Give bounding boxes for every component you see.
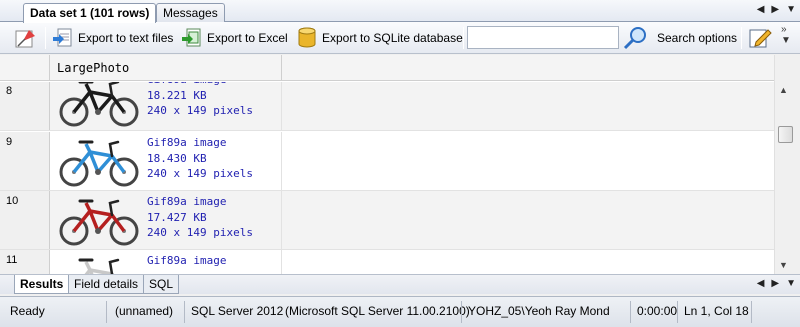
top-tab-bar: Data set 1 (101 rows) Messages ◀ ▶ ▼ — [0, 0, 800, 23]
status-bar: Ready (unnamed) SQL Server 2012 (Microso… — [0, 296, 800, 327]
bicycle-icon — [59, 82, 139, 127]
bicycle-icon — [59, 199, 139, 246]
image-type: Gif89a image — [147, 195, 227, 208]
status-elapsed-time: 0:00:00 — [637, 304, 678, 318]
row-number: 9 — [0, 132, 50, 190]
search-options-button[interactable]: Search options — [622, 26, 737, 50]
image-type: Gif89a image — [147, 254, 227, 267]
bicycle-image — [59, 140, 139, 187]
row-number: 11 — [0, 250, 50, 274]
pin-button[interactable] — [14, 26, 38, 50]
bottom-tab-bar: Results Field details SQL ◀ ▶ ▼ — [0, 274, 800, 294]
image-dimensions: 240 x 149 pixels — [147, 167, 253, 180]
status-cursor-position: Ln 1, Col 18 — [684, 304, 749, 318]
grid-header: LargePhoto — [0, 55, 774, 81]
dropdown-icon[interactable]: ▼ — [786, 4, 796, 15]
pin-icon — [15, 30, 35, 48]
database-icon — [298, 27, 316, 48]
tab-results[interactable]: Results — [14, 275, 70, 294]
image-info: Gif89a image 18.430 KB 240 x 149 pixels — [147, 135, 253, 182]
row-number: 10 — [0, 191, 50, 249]
scroll-left-icon[interactable]: ◀ — [757, 4, 765, 15]
scroll-right-icon[interactable]: ▶ — [771, 4, 779, 15]
status-user: YOHZ_05\Yeoh Ray Mond — [468, 304, 610, 318]
overflow-chevron-icon[interactable]: » ▼ — [781, 24, 791, 46]
status-server-version: (Microsoft SQL Server 11.00.2100) — [285, 304, 470, 318]
row-number: 8 — [0, 82, 50, 130]
export-excel-button[interactable]: Export to Excel — [181, 26, 288, 50]
scroll-down-icon[interactable]: ▼ — [779, 260, 788, 270]
vertical-scrollbar[interactable]: ▲ ▼ — [774, 55, 800, 274]
results-grid: LargePhoto 8 Gif89a image 18.221 KB 240 … — [0, 55, 774, 274]
tab-field-details[interactable]: Field details — [68, 275, 145, 294]
table-row[interactable]: 8 Gif89a image 18.221 KB 240 x 149 pixel… — [0, 82, 774, 131]
image-dimensions: 240 x 149 pixels — [147, 104, 253, 117]
bicycle-image — [59, 82, 139, 127]
image-size: 18.221 KB — [147, 88, 207, 102]
image-info: Gif89a image 18.221 KB 240 x 149 pixels — [147, 82, 253, 119]
image-type: Gif89a image — [147, 136, 227, 149]
bicycle-icon — [59, 140, 139, 187]
search-options-label: Search options — [657, 31, 738, 45]
column-header-largephoto[interactable]: LargePhoto — [51, 55, 282, 81]
status-connection-name: (unnamed) — [115, 304, 174, 318]
dropdown-icon[interactable]: ▼ — [786, 278, 796, 289]
bicycle-image — [78, 258, 120, 274]
table-row[interactable]: 9 Gif89a image 18.430 KB 240 x 149 pixel… — [0, 132, 774, 191]
scroll-up-icon[interactable]: ▲ — [779, 85, 788, 95]
export-excel-label: Export to Excel — [207, 31, 288, 45]
tab-data-set-1[interactable]: Data set 1 (101 rows) — [23, 3, 157, 23]
export-sqlite-button[interactable]: Export to SQLite database — [296, 26, 463, 50]
toolbar: Export to text files Export to Excel Exp… — [0, 22, 800, 54]
tab-sql[interactable]: SQL — [143, 275, 180, 294]
text-file-export-icon — [53, 28, 72, 47]
status-server: SQL Server 2012 — [191, 304, 284, 318]
search-input[interactable] — [467, 26, 619, 49]
edit-icon — [749, 29, 772, 48]
export-text-button[interactable]: Export to text files — [52, 26, 173, 50]
table-row[interactable]: 10 Gif89a image 17.427 KB 240 x 149 pixe… — [0, 191, 774, 250]
image-info: Gif89a image — [147, 253, 226, 269]
edit-button[interactable] — [748, 26, 772, 50]
image-info: Gif89a image 17.427 KB 240 x 149 pixels — [147, 194, 253, 241]
tab-navigation: ◀ ▶ ▼ — [757, 4, 796, 15]
bottom-tab-navigation: ◀ ▶ ▼ — [757, 278, 796, 289]
search-icon — [623, 27, 646, 50]
tab-messages[interactable]: Messages — [156, 3, 225, 22]
row-header-corner[interactable] — [0, 55, 50, 81]
image-dimensions: 240 x 149 pixels — [147, 226, 253, 239]
status-state: Ready — [10, 304, 45, 318]
image-size: 17.427 KB — [147, 210, 207, 224]
export-text-label: Export to text files — [78, 31, 174, 45]
export-sqlite-label: Export to SQLite database — [322, 31, 463, 45]
table-row[interactable]: 11 Gif89a image — [0, 250, 774, 274]
bicycle-icon — [78, 258, 120, 274]
scroll-right-icon[interactable]: ▶ — [771, 278, 779, 289]
scrollbar-thumb[interactable] — [778, 126, 793, 143]
grid-rows: 8 Gif89a image 18.221 KB 240 x 149 pixel… — [0, 82, 774, 274]
image-size: 18.430 KB — [147, 151, 207, 165]
scroll-left-icon[interactable]: ◀ — [757, 278, 765, 289]
bicycle-image — [59, 199, 139, 246]
excel-export-icon — [182, 28, 201, 47]
